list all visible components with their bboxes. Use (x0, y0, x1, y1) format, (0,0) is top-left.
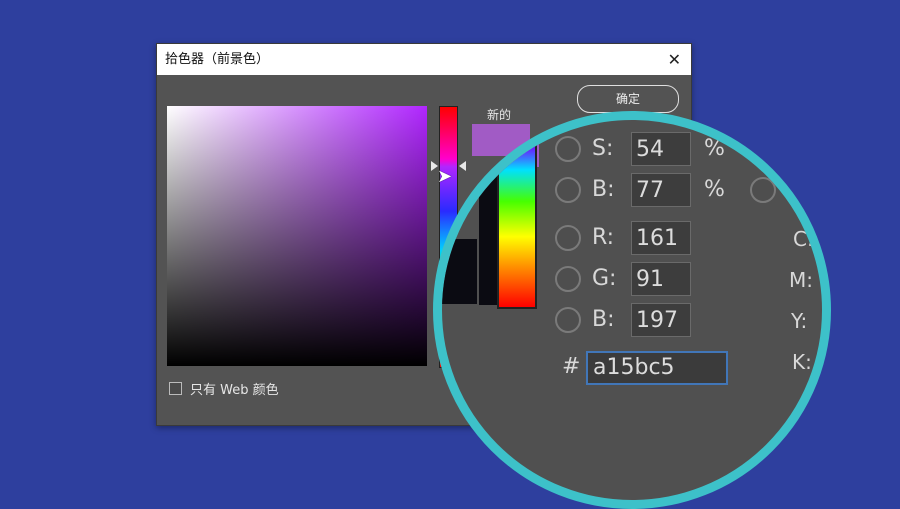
s-unit: % (704, 136, 725, 161)
web-only-option: 只有 Web 颜色 (169, 379, 279, 398)
g-radio[interactable] (555, 266, 581, 292)
ok-button[interactable]: 确定 (577, 85, 679, 113)
g-label: G: (592, 266, 617, 291)
s-radio[interactable] (555, 136, 581, 162)
magnified-view: S: 54 % B: 77 % R: 161 C: G: 91 M: B: 19… (442, 120, 822, 500)
hex-input[interactable]: a15bc5 (586, 351, 728, 385)
s-input[interactable]: 54 (631, 132, 691, 166)
magnified-old-swatch (479, 167, 497, 305)
blue-input[interactable]: 197 (631, 303, 691, 337)
k-label: K: (792, 350, 812, 374)
magnified-hue-strip (442, 239, 477, 304)
g-input[interactable]: 91 (631, 262, 691, 296)
brightness-unit: % (704, 177, 725, 202)
magnified-spectrum-bar (497, 129, 537, 309)
title-bar: 拾色器（前景色） ✕ (157, 44, 691, 75)
close-icon[interactable]: ✕ (668, 44, 681, 75)
web-only-checkbox[interactable] (169, 382, 182, 395)
hex-label: # (562, 354, 581, 379)
r-input[interactable]: 161 (631, 221, 691, 255)
brightness-label: B: (592, 177, 615, 202)
r-label: R: (592, 225, 615, 250)
c-label: C: (793, 227, 814, 251)
saturation-brightness-field[interactable] (167, 106, 427, 366)
m-label: M: (789, 268, 813, 292)
r-radio[interactable] (555, 225, 581, 251)
web-only-label: 只有 Web 颜色 (190, 383, 279, 398)
blue-label: B: (592, 307, 615, 332)
brightness-input[interactable]: 77 (631, 173, 691, 207)
magnifier-lens: S: 54 % B: 77 % R: 161 C: G: 91 M: B: 19… (433, 111, 831, 509)
s-label: S: (592, 136, 614, 161)
brightness-radio[interactable] (555, 177, 581, 203)
y-label: Y: (791, 309, 808, 333)
dialog-title: 拾色器（前景色） (165, 52, 270, 67)
blue-radio[interactable] (555, 307, 581, 333)
lab-a-radio[interactable] (750, 177, 776, 203)
